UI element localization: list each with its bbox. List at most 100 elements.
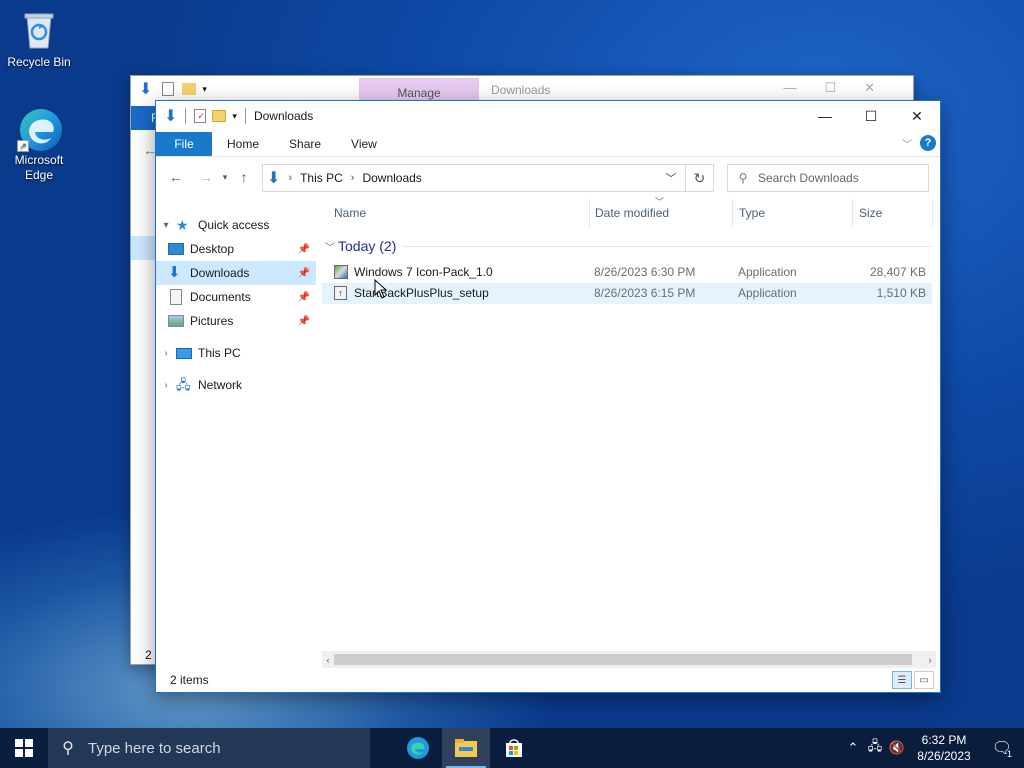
collapsed-chevron-icon[interactable]: › bbox=[156, 348, 176, 359]
edge-icon: ↗ bbox=[17, 106, 62, 152]
taskbar-file-explorer[interactable] bbox=[442, 728, 490, 768]
explorer-window-downloads[interactable]: ⬇ ✓ ▾ Downloads — ☐ ✕ File Home Share Vi… bbox=[155, 100, 941, 693]
details-view-icon[interactable]: ☰ bbox=[892, 671, 912, 689]
clock[interactable]: 6:32 PM 8/26/2023 bbox=[908, 732, 980, 764]
down-arrow-icon[interactable]: ⬇ bbox=[164, 106, 177, 126]
nav-label: This PC bbox=[198, 346, 241, 360]
back-down-arrow-icon: ⬇ bbox=[139, 81, 153, 98]
refresh-button[interactable]: ↻ bbox=[685, 165, 713, 191]
collapsed-chevron-icon[interactable]: › bbox=[156, 380, 176, 391]
file-row[interactable]: Windows 7 Icon-Pack_1.0 8/26/2023 6:30 P… bbox=[322, 262, 932, 283]
back-qat-dropdown-icon: ▾ bbox=[202, 83, 207, 94]
group-collapse-chevron-icon[interactable]: ﹀ bbox=[322, 239, 338, 254]
qat-separator bbox=[185, 108, 187, 124]
volume-muted-icon[interactable]: 🔇 bbox=[886, 740, 908, 756]
file-type: Application bbox=[738, 286, 797, 300]
start-button[interactable] bbox=[0, 728, 48, 768]
breadcrumb-chevron-icon[interactable]: › bbox=[288, 172, 292, 184]
scroll-left-icon[interactable]: ‹ bbox=[322, 651, 334, 668]
tab-share[interactable]: Share bbox=[274, 132, 336, 156]
qat-dropdown-icon[interactable]: ▾ bbox=[232, 111, 237, 122]
nav-item-documents[interactable]: Documents 📌 bbox=[156, 285, 316, 309]
nav-network[interactable]: › 🖧 Network bbox=[156, 373, 316, 397]
tab-file[interactable]: File bbox=[156, 132, 212, 156]
notification-count: 1 bbox=[1006, 749, 1012, 759]
titlebar[interactable]: ⬇ ✓ ▾ Downloads — ☐ ✕ bbox=[156, 101, 940, 131]
nav-quick-access[interactable]: ▾ ★ Quick access bbox=[156, 213, 316, 237]
column-type[interactable]: Type bbox=[733, 199, 853, 227]
back-file-tab[interactable]: F bbox=[131, 106, 158, 130]
view-switcher: ☰ ▭ bbox=[892, 671, 934, 689]
help-icon[interactable]: ? bbox=[920, 135, 936, 151]
column-date-modified[interactable]: Date modified bbox=[589, 199, 733, 227]
column-name[interactable]: Name bbox=[328, 199, 590, 227]
pin-icon: 📌 bbox=[297, 243, 310, 255]
horizontal-scrollbar[interactable]: ‹ › bbox=[322, 651, 936, 668]
pin-icon: 📌 bbox=[297, 291, 310, 303]
column-size[interactable]: Size bbox=[853, 199, 933, 227]
back-manage-tab[interactable]: Manage bbox=[359, 78, 479, 102]
recycle-bin-icon bbox=[17, 8, 61, 52]
back-button[interactable]: ← bbox=[164, 165, 188, 189]
recent-locations-button[interactable]: ▾ bbox=[218, 165, 232, 189]
nav-label: Desktop bbox=[190, 242, 235, 256]
quick-access-toolbar: ⬇ ✓ ▾ bbox=[156, 106, 248, 126]
search-box[interactable]: ⚲ Search Downloads bbox=[727, 164, 929, 192]
documents-icon bbox=[170, 289, 182, 305]
back-titlebar[interactable]: ⬇ ▾ Manage Downloads —☐✕ bbox=[131, 76, 913, 102]
status-bar: 2 items ☰ ▭ bbox=[156, 668, 940, 692]
file-date: 8/26/2023 6:15 PM bbox=[594, 286, 696, 300]
network-icon: 🖧 bbox=[176, 377, 191, 392]
up-button[interactable]: ↑ bbox=[232, 165, 256, 189]
taskbar: ⚲ Type here to search ⌃ 🖧 🔇 6:32 PM 8/26… bbox=[0, 728, 1024, 768]
desktop-icon bbox=[168, 243, 184, 255]
taskbar-edge[interactable] bbox=[394, 728, 442, 768]
shortcut-arrow-icon: ↗ bbox=[17, 140, 29, 152]
expanded-chevron-icon[interactable]: ▾ bbox=[156, 220, 176, 231]
breadcrumb-chevron-icon[interactable]: › bbox=[351, 172, 355, 184]
breadcrumb-downloads[interactable]: Downloads bbox=[362, 171, 421, 185]
explorer-body: ▾ ★ Quick access Desktop 📌 ⬇ Downloads 📌… bbox=[156, 197, 940, 670]
expand-ribbon-chevron-icon[interactable]: ﹀ bbox=[902, 136, 912, 151]
properties-icon[interactable]: ✓ bbox=[194, 109, 207, 123]
scroll-right-icon[interactable]: › bbox=[924, 651, 936, 668]
address-dropdown-icon[interactable]: ﹀ bbox=[659, 165, 683, 191]
star-icon: ★ bbox=[176, 217, 189, 233]
breadcrumb-this-pc[interactable]: This PC bbox=[300, 171, 343, 185]
action-center-button[interactable]: 🗨 1 bbox=[980, 728, 1024, 768]
nav-label: Quick access bbox=[198, 218, 270, 232]
forward-button[interactable]: → bbox=[194, 165, 218, 189]
recycle-bin-label: Recycle Bin bbox=[7, 55, 71, 69]
pin-icon: 📌 bbox=[297, 315, 310, 327]
new-folder-icon[interactable] bbox=[212, 110, 227, 122]
group-header-today[interactable]: ﹀ Today (2) bbox=[322, 233, 932, 259]
back-window-controls[interactable]: —☐✕ bbox=[783, 80, 903, 96]
column-headers: ﹀ Name Date modified Type Size bbox=[322, 197, 933, 227]
group-label: Today (2) bbox=[338, 238, 397, 254]
scrollbar-thumb[interactable] bbox=[334, 654, 912, 665]
nav-item-desktop[interactable]: Desktop 📌 bbox=[156, 237, 316, 261]
tab-home[interactable]: Home bbox=[212, 132, 274, 156]
nav-this-pc[interactable]: › This PC bbox=[156, 341, 316, 365]
desktop-icon-edge[interactable]: ↗ Microsoft Edge bbox=[3, 106, 75, 183]
desktop-icon-recycle-bin[interactable]: Recycle Bin bbox=[3, 8, 75, 70]
nav-item-pictures[interactable]: Pictures 📌 bbox=[156, 309, 316, 333]
show-hidden-icons-chevron-icon[interactable]: ⌃ bbox=[842, 740, 864, 756]
maximize-button[interactable]: ☐ bbox=[848, 101, 894, 131]
large-icons-view-icon[interactable]: ▭ bbox=[914, 671, 934, 689]
taskbar-store[interactable] bbox=[490, 728, 538, 768]
address-bar[interactable]: ⬇ › This PC › Downloads ﹀ ↻ bbox=[262, 164, 714, 192]
minimize-button[interactable]: — bbox=[802, 101, 848, 131]
close-button[interactable]: ✕ bbox=[894, 101, 940, 131]
nav-label: Network bbox=[198, 378, 243, 392]
file-row[interactable]: ↑ StartBackPlusPlus_setup 8/26/2023 6:15… bbox=[322, 283, 932, 304]
navigation-pane: ▾ ★ Quick access Desktop 📌 ⬇ Downloads 📌… bbox=[156, 213, 316, 670]
ribbon-right-controls: ﹀ ? bbox=[902, 135, 936, 151]
computer-icon bbox=[176, 347, 192, 359]
pictures-icon bbox=[168, 315, 184, 327]
tab-view[interactable]: View bbox=[336, 132, 392, 156]
taskbar-search-box[interactable]: ⚲ Type here to search bbox=[48, 728, 370, 768]
nav-label: Downloads bbox=[190, 266, 250, 280]
nav-item-downloads[interactable]: ⬇ Downloads 📌 bbox=[156, 261, 316, 285]
network-icon[interactable]: 🖧 bbox=[864, 737, 886, 759]
